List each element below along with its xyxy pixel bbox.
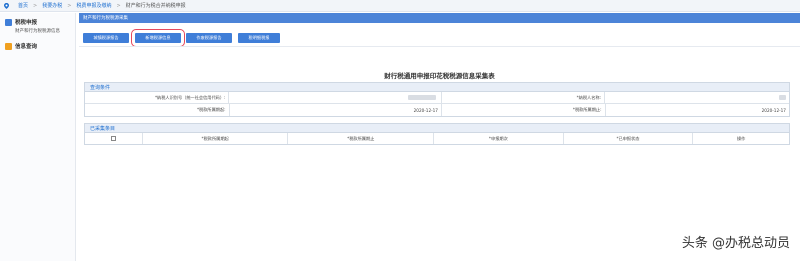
query-section-title: 查询条件	[90, 84, 111, 91]
sidebar-group-info-query[interactable]: 信息查询	[0, 41, 75, 51]
sidebar-group-label: 信息查询	[15, 44, 38, 50]
column-header: *税款所属期止	[288, 133, 435, 144]
location-icon	[4, 2, 9, 9]
query-row-taxpayer: *纳税人识别号（统一社会信用代码）: *纳税人名称:	[85, 92, 789, 104]
tab-header: 财产和行为税税源采集	[79, 13, 800, 23]
add-source-info-button[interactable]: 新增税源信息	[131, 29, 185, 47]
taxpayer-id-label: *纳税人识别号（统一社会信用代码）:	[85, 92, 230, 103]
period-start-field[interactable]: 2020-12-17	[230, 104, 442, 116]
taxpayer-id-field[interactable]	[229, 92, 442, 103]
sidebar-group-label: 税税申报	[15, 20, 38, 26]
form-title: 财行税通用申报印花税税源信息采集表	[384, 72, 495, 80]
void-source-report-button[interactable]: 作废税源报告	[186, 33, 232, 43]
collected-table-header: *税款所属期起 *税款所属期止 *申报期次 *已申报状态 操作	[85, 133, 789, 144]
breadcrumb-separator: >	[67, 2, 72, 9]
column-header: 操作	[736, 135, 746, 141]
query-section: 查询条件 *纳税人识别号（统一社会信用代码）: *纳税人名称: *税款所属期起:…	[84, 82, 790, 117]
taxpayer-name-field[interactable]	[605, 92, 789, 103]
breadcrumb-separator: >	[116, 2, 121, 9]
breadcrumb-home[interactable]: 首页	[18, 2, 28, 9]
watermark: 头条 @办税总动员	[681, 236, 790, 251]
select-all-cell	[85, 133, 143, 144]
action-button-row: 城镇税源报告 新增税源信息 作废税源报告 税明细税报	[79, 29, 800, 47]
info-query-icon	[5, 42, 12, 50]
breadcrumb-current: 财产和行为税合并纳税申报	[125, 3, 186, 9]
column-header: *已申报状态	[564, 133, 694, 144]
column-header: *税款所属期起	[143, 133, 289, 144]
detail-report-button[interactable]: 税明细税报	[238, 33, 280, 43]
main-content: 财产和行为税税源采集 城镇税源报告 新增税源信息 作废税源报告 税明细税报 财行…	[79, 13, 800, 261]
town-source-report-button[interactable]: 城镇税源报告	[83, 33, 129, 43]
redacted-value	[407, 95, 436, 100]
taxpayer-name-label: *纳税人名称:	[442, 92, 606, 103]
period-end-label: *税款所属期止:	[442, 104, 606, 116]
breadcrumb-separator: >	[33, 2, 38, 9]
query-section-header: 查询条件	[85, 83, 789, 92]
period-end-field[interactable]: 2020-12-17	[606, 104, 789, 116]
collected-section-title: 已采集条目	[90, 125, 116, 132]
query-row-period: *税款所属期起: 2020-12-17 *税款所属期止: 2020-12-17	[85, 104, 789, 116]
select-all-checkbox[interactable]	[110, 136, 116, 141]
collected-section: 已采集条目 *税款所属期起 *税款所属期止 *申报期次 *已申报状态 操作	[84, 123, 790, 145]
top-breadcrumb-bar: 首页 > 我要办税 > 税费申报及缴纳 > 财产和行为税合并纳税申报	[0, 0, 800, 12]
collected-section-header: 已采集条目	[85, 124, 789, 133]
redacted-value	[779, 95, 787, 100]
breadcrumb-filing[interactable]: 税费申报及缴纳	[76, 2, 111, 9]
tax-filing-icon	[5, 18, 12, 26]
column-header: *申报期次	[434, 133, 564, 144]
sidebar-group-tax-filing[interactable]: 税税申报	[0, 17, 75, 27]
sidebar: 税税申报 财产和行为税税源信息 信息查询	[0, 13, 76, 261]
period-start-label: *税款所属期起:	[85, 104, 230, 116]
breadcrumb-my-tax[interactable]: 我要办税	[42, 2, 62, 9]
divider	[79, 46, 800, 47]
sidebar-item-property-tax-source[interactable]: 财产和行为税税源信息	[0, 27, 75, 37]
tab-title[interactable]: 财产和行为税税源采集	[83, 15, 128, 21]
